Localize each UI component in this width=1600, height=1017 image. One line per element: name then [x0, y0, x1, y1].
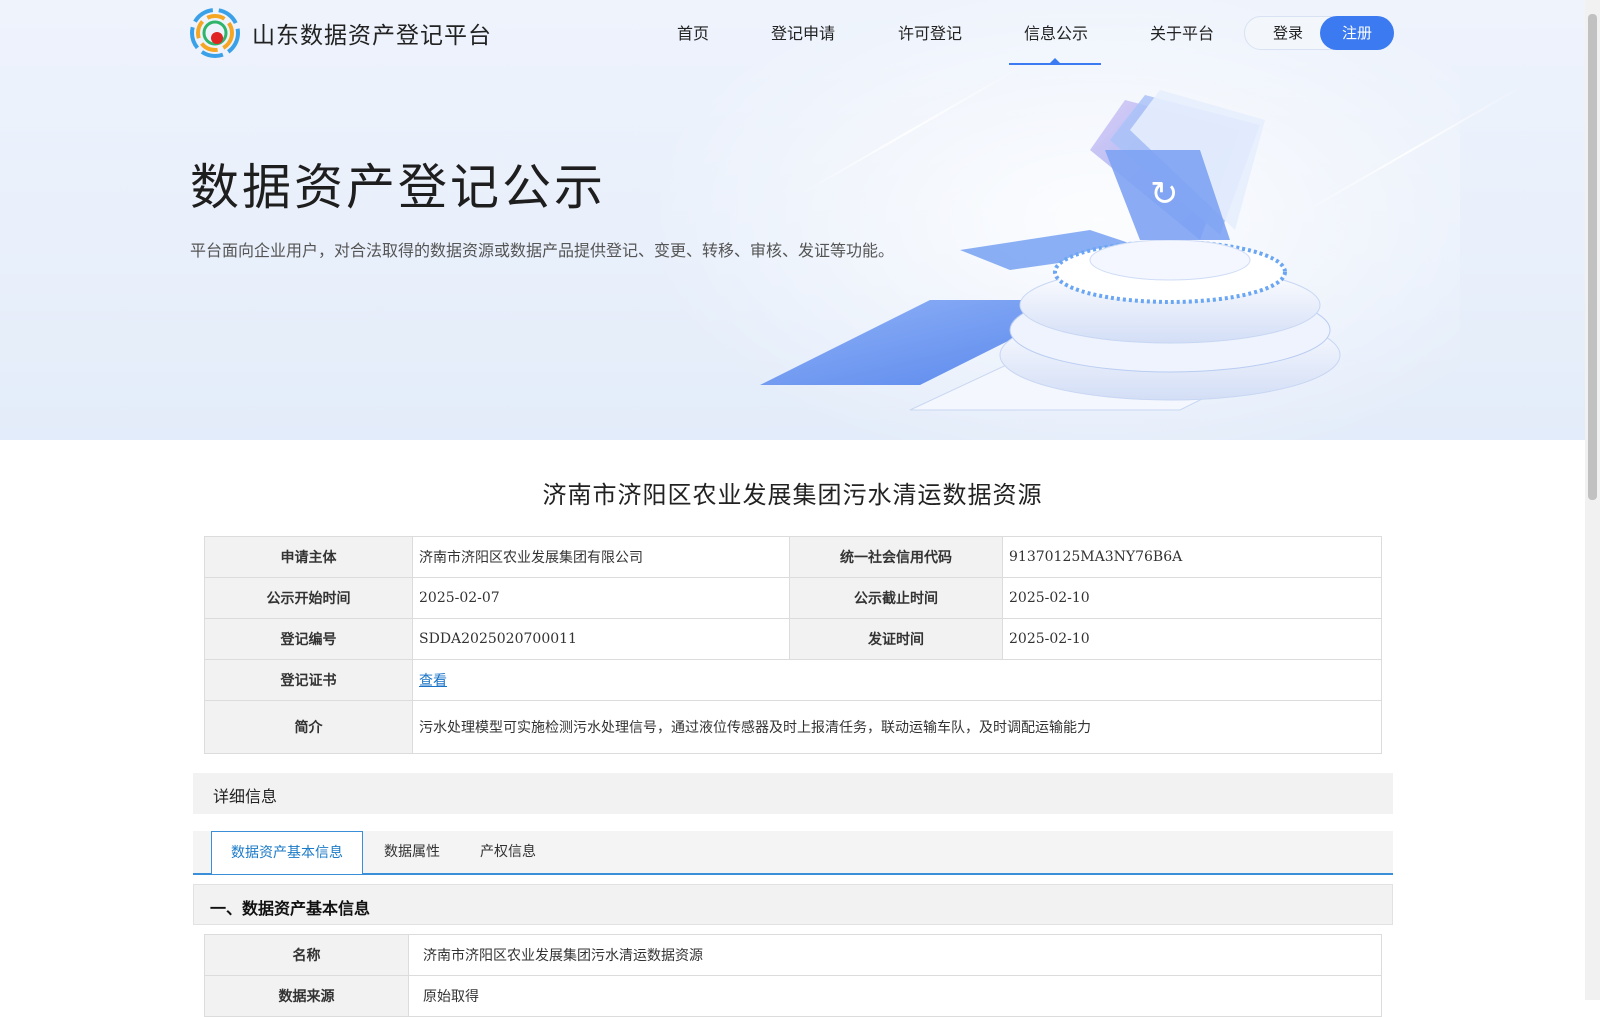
certificate-cell: 查看	[412, 659, 1382, 701]
section-header: 一、数据资产基本信息	[193, 884, 1393, 925]
table-row: 名称 济南市济阳区农业发展集团污水清运数据资源	[204, 934, 1382, 976]
scrollbar-thumb[interactable]	[1588, 14, 1597, 500]
detail-tabs: 数据资产基本信息 数据属性 产权信息	[193, 831, 1393, 875]
table-row: 登记证书 查看	[204, 659, 1382, 701]
top-navigation-bar: 山东数据资产登记平台 首页 登记申请 许可登记 信息公示 关于平台 登录 注册	[0, 0, 1585, 66]
name-label: 名称	[204, 934, 409, 976]
nav-about-platform[interactable]: 关于平台	[1150, 20, 1214, 44]
svg-text:↻: ↻	[1150, 174, 1179, 214]
nav-registration-apply[interactable]: 登记申请	[771, 20, 835, 44]
register-button[interactable]: 注册	[1320, 16, 1394, 50]
data-source-label: 数据来源	[204, 975, 409, 1017]
hero-title: 数据资产登记公示	[190, 159, 607, 216]
table-row: 公示开始时间 2025-02-07 公示截止时间 2025-02-10	[204, 577, 1382, 619]
certificate-label: 登记证书	[204, 659, 413, 701]
table-row: 简介 污水处理模型可实施检测污水处理信号，通过液位传感器及时上报清任务，联动运输…	[204, 700, 1382, 754]
name-value: 济南市济阳区农业发展集团污水清运数据资源	[408, 934, 1382, 976]
detail-info-header: 详细信息	[193, 773, 1393, 814]
notice-end-value: 2025-02-10	[1002, 577, 1382, 619]
record-title: 济南市济阳区农业发展集团污水清运数据资源	[542, 481, 1043, 509]
table-row: 登记编号 SDDA2025020700011 发证时间 2025-02-10	[204, 618, 1382, 660]
record-summary-table: 申请主体 济南市济阳区农业发展集团有限公司 统一社会信用代码 91370125M…	[204, 536, 1382, 754]
tab-property-rights[interactable]: 产权信息	[480, 831, 536, 873]
applicant-label: 申请主体	[204, 536, 413, 578]
hero-banner: ↻ 山东数据资产登记平台 首页 登记申请 许可登记 信息公示 关于平台 登录 注…	[0, 0, 1585, 440]
platform-logo-icon	[190, 8, 240, 58]
page-scrollbar[interactable]	[1585, 0, 1600, 1000]
credit-code-value: 91370125MA3NY76B6A	[1002, 536, 1382, 578]
notice-start-label: 公示开始时间	[204, 577, 413, 619]
intro-label: 简介	[204, 700, 413, 754]
nav-license-registration[interactable]: 许可登记	[898, 20, 962, 44]
basic-info-table: 名称 济南市济阳区农业发展集团污水清运数据资源 数据来源 原始取得	[204, 934, 1382, 1017]
notice-start-value: 2025-02-07	[412, 577, 790, 619]
section-title: 一、数据资产基本信息	[210, 899, 371, 918]
registration-number-label: 登记编号	[204, 618, 413, 660]
view-certificate-link[interactable]: 查看	[419, 673, 447, 689]
login-button[interactable]: 登录	[1258, 16, 1318, 50]
detail-info-title: 详细信息	[213, 787, 278, 806]
tab-data-attributes[interactable]: 数据属性	[384, 831, 440, 873]
hero-description: 平台面向企业用户，对合法取得的数据资源或数据产品提供登记、变更、转移、审核、发证…	[190, 241, 895, 260]
nav-home[interactable]: 首页	[677, 20, 709, 44]
nav-active-indicator	[1009, 63, 1101, 65]
registration-number-value: SDDA2025020700011	[412, 618, 790, 660]
site-title: 山东数据资产登记平台	[252, 23, 492, 49]
data-source-value: 原始取得	[408, 975, 1382, 1017]
notice-end-label: 公示截止时间	[789, 577, 1003, 619]
table-row: 申请主体 济南市济阳区农业发展集团有限公司 统一社会信用代码 91370125M…	[204, 536, 1382, 578]
tab-basic-info[interactable]: 数据资产基本信息	[211, 831, 363, 874]
nav-public-notice[interactable]: 信息公示	[1024, 20, 1088, 44]
intro-value: 污水处理模型可实施检测污水处理信号，通过液位传感器及时上报清任务，联动运输车队，…	[412, 700, 1382, 754]
issue-date-label: 发证时间	[789, 618, 1003, 660]
credit-code-label: 统一社会信用代码	[789, 536, 1003, 578]
table-row: 数据来源 原始取得	[204, 975, 1382, 1017]
applicant-value: 济南市济阳区农业发展集团有限公司	[412, 536, 790, 578]
issue-date-value: 2025-02-10	[1002, 618, 1382, 660]
